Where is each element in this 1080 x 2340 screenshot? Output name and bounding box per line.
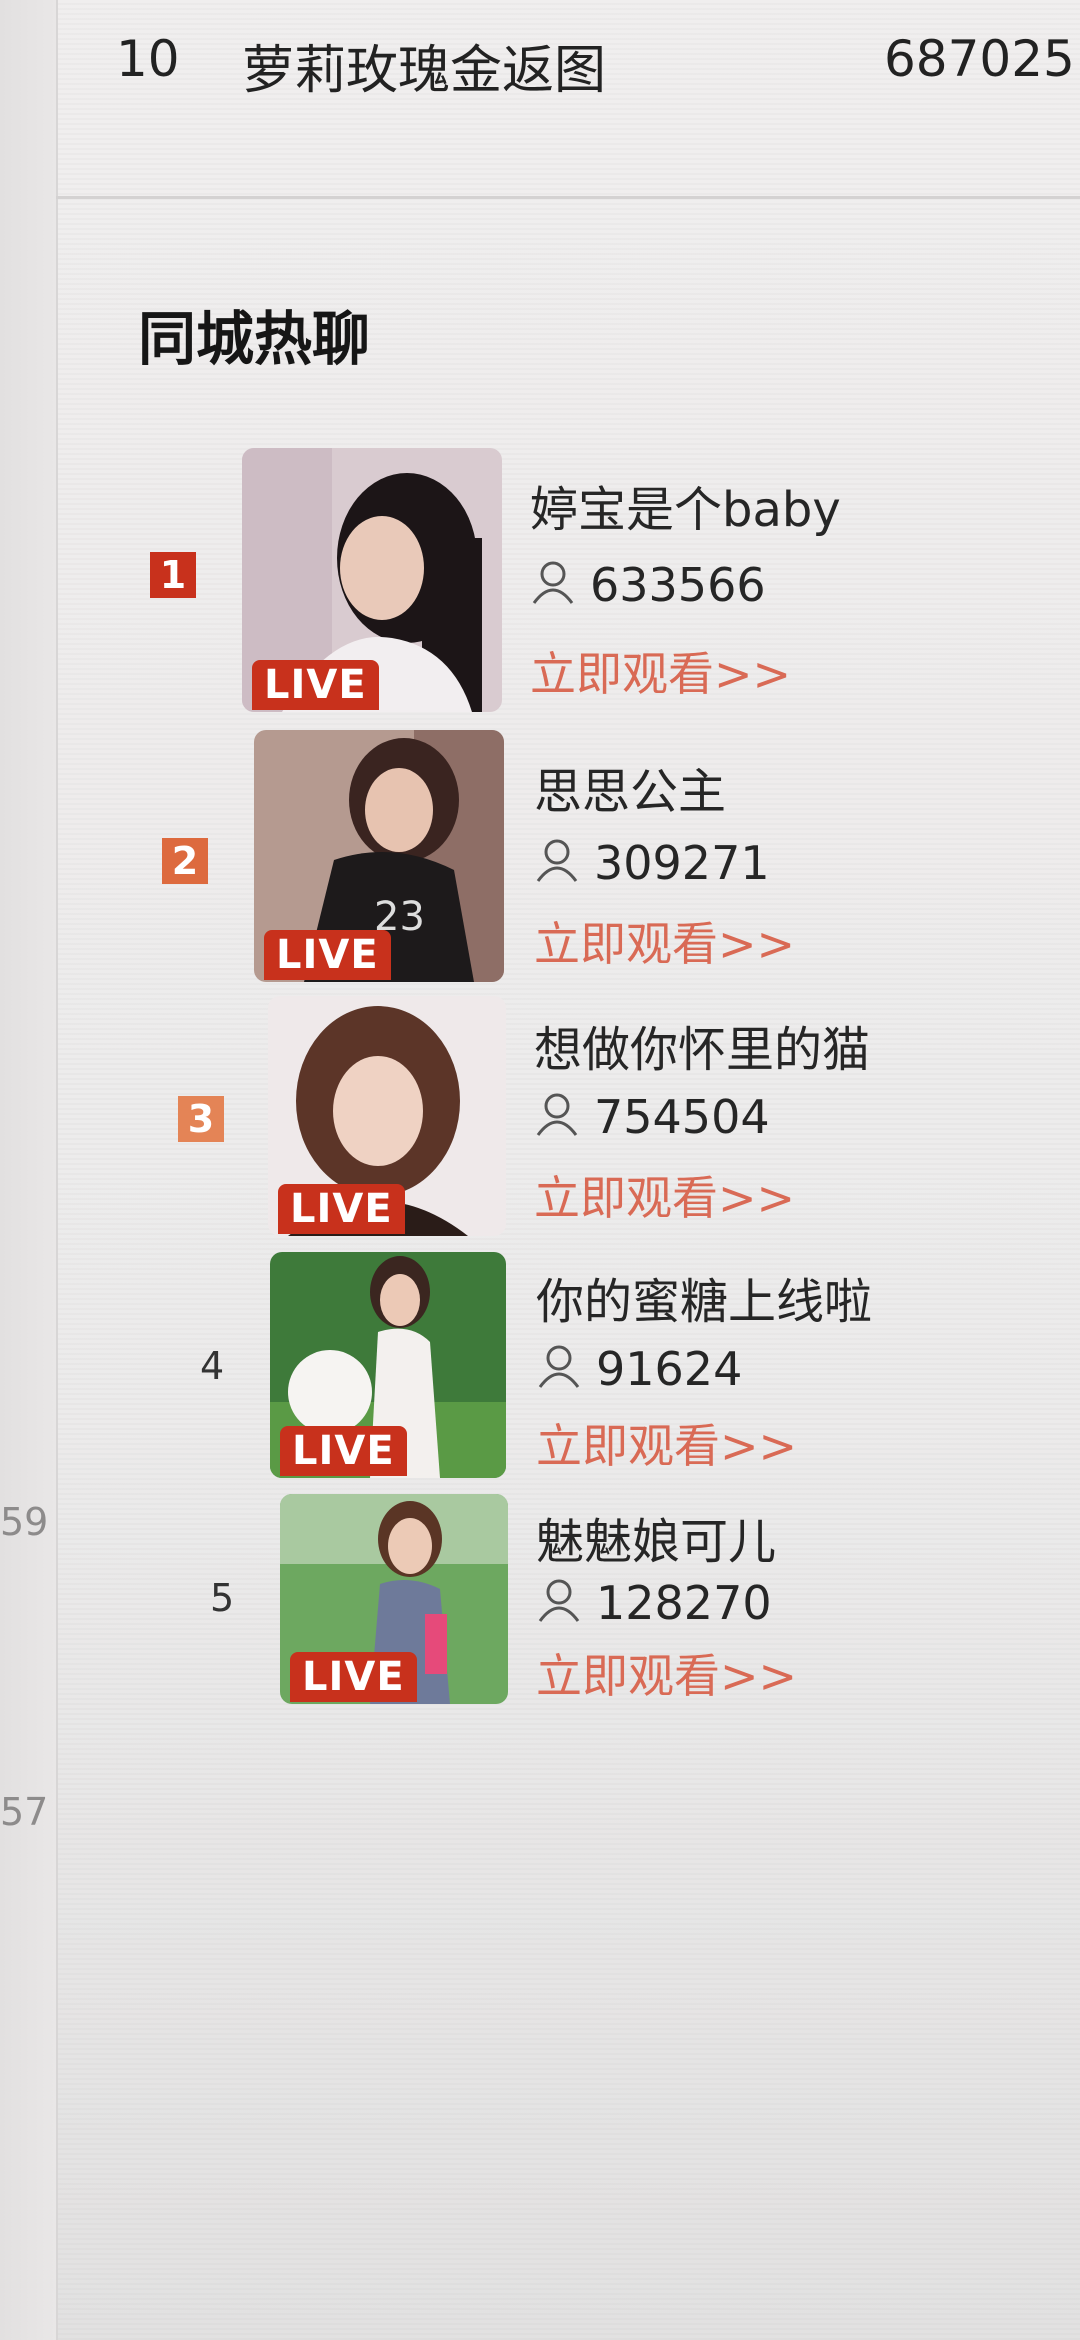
rank-number: 4 xyxy=(200,1344,225,1388)
viewer-count-value: 754504 xyxy=(594,1090,770,1144)
viewer-count: 309271 xyxy=(534,836,770,890)
rank-badge: 3 xyxy=(178,1096,224,1142)
streamer-name: 魅魅娘可儿 xyxy=(536,1514,777,1570)
stream-thumbnail[interactable]: LIVE xyxy=(268,996,506,1236)
left-panel-strip xyxy=(0,0,58,2340)
left-panel-number: 59 xyxy=(0,1500,49,1544)
streamer-name: 你的蜜糖上线啦 xyxy=(536,1274,873,1330)
viewer-count-value: 128270 xyxy=(596,1576,772,1630)
viewer-count-value: 633566 xyxy=(590,558,766,612)
stream-thumbnail[interactable]: LIVE xyxy=(242,448,502,712)
viewer-count-value: 91624 xyxy=(596,1342,743,1396)
watch-now-link[interactable]: 立即观看>> xyxy=(536,1640,797,1706)
stream-thumbnail[interactable]: LIVE xyxy=(280,1494,508,1704)
viewer-count-value: 309271 xyxy=(594,836,770,890)
ranking-name: 萝莉玫瑰金返图 xyxy=(242,41,607,101)
live-badge: LIVE xyxy=(290,1652,417,1702)
person-icon xyxy=(536,1093,578,1136)
person-icon xyxy=(536,839,578,882)
viewer-count: 754504 xyxy=(534,1090,770,1144)
ranking-number: 10 xyxy=(116,30,180,88)
live-badge: LIVE xyxy=(280,1426,407,1476)
left-panel-number: 57 xyxy=(0,1790,49,1834)
streamer-name: 婷宝是个baby xyxy=(530,482,841,538)
watch-now-link[interactable]: 立即观看>> xyxy=(536,1410,797,1476)
watch-now-link[interactable]: 立即观看>> xyxy=(534,1162,795,1228)
viewer-count: 91624 xyxy=(536,1342,742,1396)
watch-now-link[interactable]: 立即观看>> xyxy=(530,638,791,704)
live-badge: LIVE xyxy=(252,660,379,710)
section-title: 同城热聊 xyxy=(138,305,371,373)
streamer-name: 思思公主 xyxy=(534,764,727,820)
streamer-name: 想做你怀里的猫 xyxy=(534,1022,871,1078)
live-badge: LIVE xyxy=(278,1184,405,1234)
viewer-count: 128270 xyxy=(536,1576,772,1630)
person-icon xyxy=(538,1345,580,1388)
live-badge: LIVE xyxy=(264,930,391,980)
stream-thumbnail[interactable]: 23 LIVE xyxy=(254,730,504,982)
person-icon xyxy=(532,561,574,604)
rank-badge: 2 xyxy=(162,838,208,884)
watch-now-link[interactable]: 立即观看>> xyxy=(534,908,795,974)
rank-number: 5 xyxy=(210,1576,235,1620)
person-icon xyxy=(538,1579,580,1622)
page: 59 57 10 萝莉玫瑰金返图 687025 同城热聊 1 LIVE 婷宝是个… xyxy=(0,0,1080,2340)
viewer-count: 633566 xyxy=(530,558,766,612)
ranking-count: 687025 xyxy=(884,30,1075,88)
rank-badge: 1 xyxy=(150,552,196,598)
stream-thumbnail[interactable]: LIVE xyxy=(270,1252,506,1478)
ranking-row-top[interactable]: 10 萝莉玫瑰金返图 687025 xyxy=(56,0,1080,199)
